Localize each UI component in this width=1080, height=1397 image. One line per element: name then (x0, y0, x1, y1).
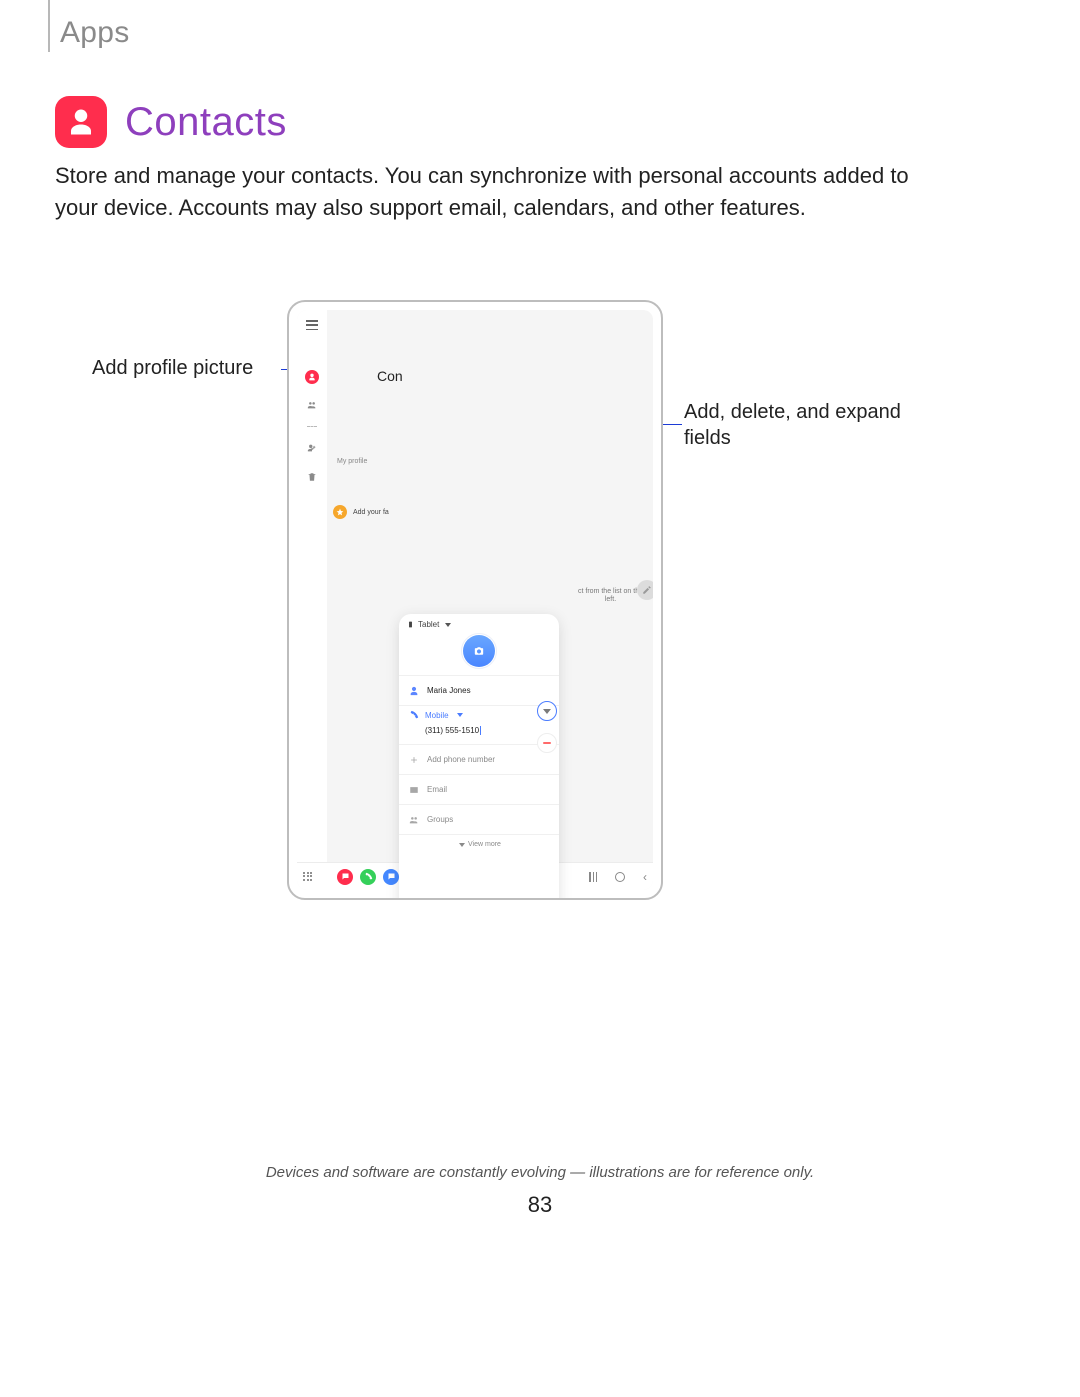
section-description: Store and manage your contacts. You can … (55, 160, 925, 224)
taskbar-phone-icon[interactable] (360, 869, 376, 885)
storage-label: Tablet (418, 620, 439, 629)
empty-state-hint: ct from the list on the left. (578, 588, 643, 605)
groups-icon (409, 815, 419, 825)
callout-add-profile-picture: Add profile picture (92, 357, 253, 380)
nav-recents-icon[interactable] (589, 872, 597, 882)
phone-field-row[interactable]: Mobile (311) 555-1510 (399, 705, 559, 744)
sidebar-add-contact-icon[interactable] (305, 441, 319, 455)
contacts-sidebar (297, 310, 327, 862)
contacts-app-icon (55, 96, 107, 148)
phone-number-value: (311) 555-1510 (425, 726, 481, 735)
device-illustration: Con My profile Add your fa ct from the l… (287, 300, 663, 900)
add-favorite-row[interactable]: Add your fa (333, 505, 389, 519)
caret-down-icon (445, 623, 451, 627)
name-field-row[interactable]: Maria Jones (399, 675, 559, 705)
chevron-down-icon (543, 709, 551, 714)
page-number: 83 (0, 1192, 1080, 1218)
breadcrumb-text: Apps (60, 0, 130, 50)
name-value: Maria Jones (427, 686, 471, 695)
caret-down-icon (457, 713, 463, 717)
section-title: Contacts (125, 100, 287, 145)
nav-bar: ‹ (589, 870, 647, 884)
my-profile-label: My profile (337, 458, 367, 465)
plus-icon (409, 755, 419, 765)
minus-icon (543, 742, 551, 744)
groups-field-row[interactable]: Groups (399, 804, 559, 834)
sidebar-groups-icon[interactable] (305, 398, 319, 412)
apps-grid-icon[interactable] (303, 872, 313, 882)
modal-storage-selector[interactable]: Tablet (399, 614, 559, 629)
caret-down-icon (459, 843, 465, 847)
breadcrumb: Apps (48, 0, 130, 52)
view-more-label: View more (468, 841, 501, 848)
profile-picture-button[interactable] (463, 635, 495, 667)
add-phone-label: Add phone number (427, 755, 495, 764)
email-label: Email (427, 785, 447, 794)
hamburger-icon[interactable] (306, 320, 318, 330)
expand-field-button[interactable] (537, 701, 557, 721)
callout-add-delete-expand: Add, delete, and expand fields (684, 399, 904, 451)
new-contact-modal: Tablet Maria Jones Mobile (311) (399, 614, 559, 900)
phone-type-label: Mobile (425, 711, 449, 720)
taskbar-messages-icon[interactable] (383, 869, 399, 885)
view-more-button[interactable]: View more (399, 834, 559, 854)
mail-icon (409, 785, 419, 795)
sidebar-trash-icon[interactable] (307, 469, 317, 487)
edit-fab[interactable] (637, 580, 653, 600)
add-phone-row[interactable]: Add phone number (399, 744, 559, 774)
delete-field-button[interactable] (537, 733, 557, 753)
phone-icon (409, 710, 419, 720)
footer-disclaimer: Devices and software are constantly evol… (0, 1164, 1080, 1181)
add-favorite-label: Add your fa (353, 509, 389, 516)
email-field-row[interactable]: Email (399, 774, 559, 804)
contacts-heading: Con (377, 368, 403, 384)
taskbar-app-1-icon[interactable] (337, 869, 353, 885)
groups-label: Groups (427, 815, 453, 824)
nav-home-icon[interactable] (615, 872, 625, 882)
sidebar-contacts-icon[interactable] (305, 370, 319, 384)
nav-back-icon[interactable]: ‹ (643, 870, 647, 884)
star-icon (333, 505, 347, 519)
person-icon (409, 686, 419, 696)
